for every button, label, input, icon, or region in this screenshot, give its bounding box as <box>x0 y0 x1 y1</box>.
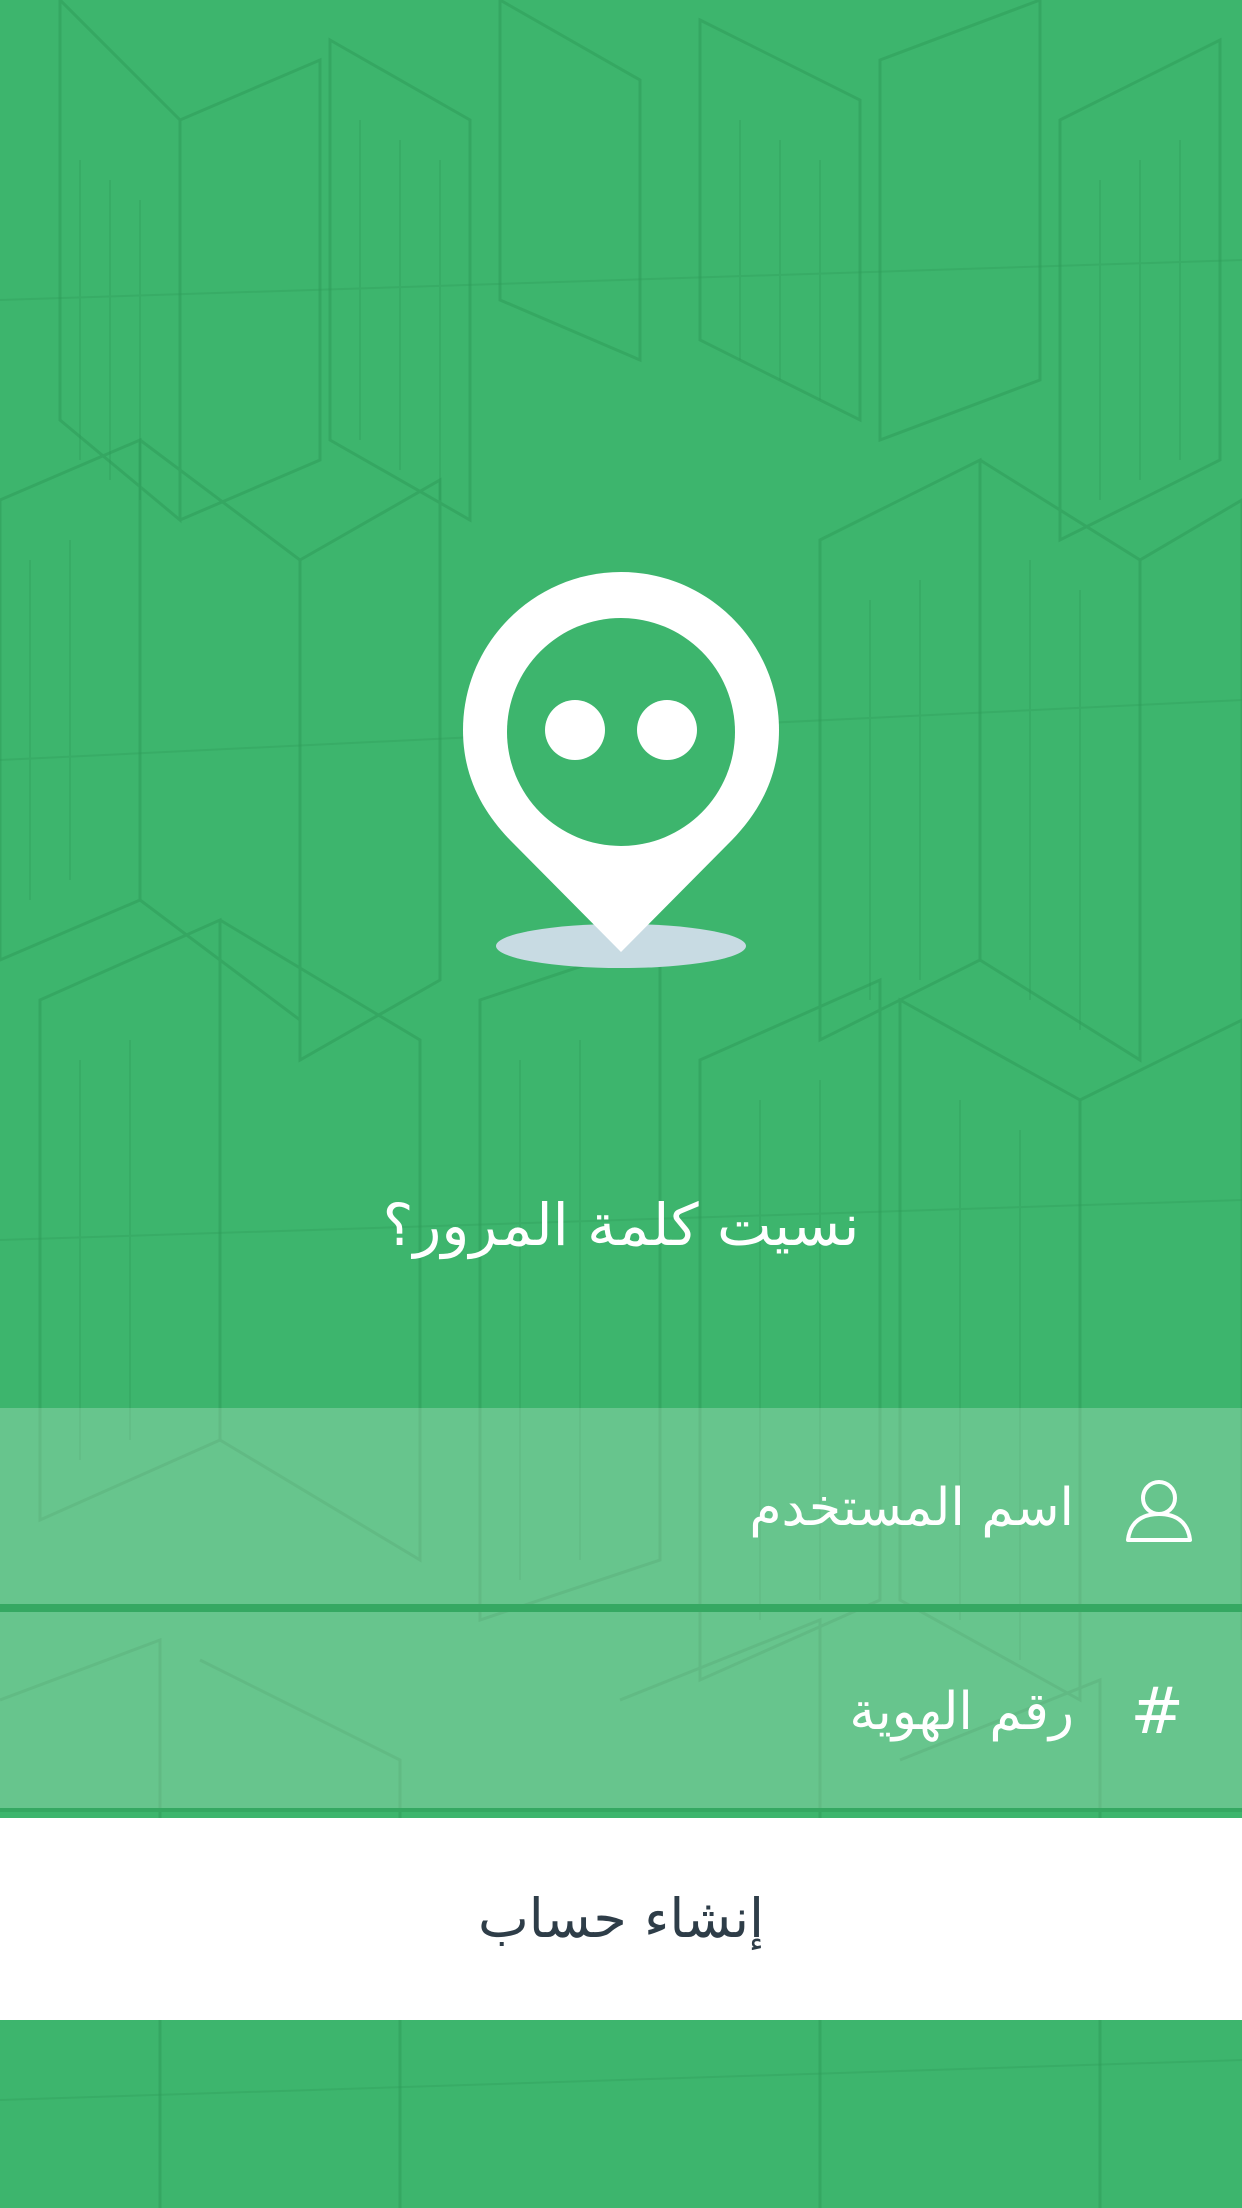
username-field[interactable]: اسم المستخدم <box>0 1408 1242 1608</box>
user-icon <box>1126 1480 1192 1542</box>
id-number-placeholder: رقم الهوية <box>849 1682 1074 1742</box>
username-placeholder: اسم المستخدم <box>749 1478 1074 1538</box>
create-account-label: إنشاء حساب <box>477 1887 765 1950</box>
id-number-field[interactable]: رقم الهوية # <box>0 1612 1242 1812</box>
create-account-button[interactable]: إنشاء حساب <box>0 1818 1242 2020</box>
forgot-password-screen: نسيت كلمة المرور؟ اسم المستخدم رقم الهوي… <box>0 0 1242 2208</box>
page-title: نسيت كلمة المرور؟ <box>382 1191 860 1259</box>
location-pin-face-icon <box>463 572 779 968</box>
hash-icon: # <box>1130 1675 1184 1749</box>
